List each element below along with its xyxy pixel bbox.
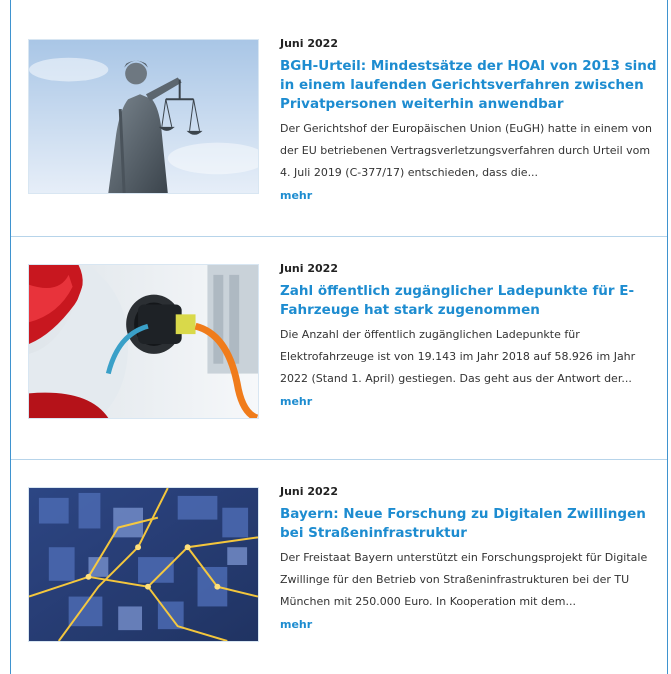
news-title-link[interactable]: Zahl öffentlich zugänglicher Ladepunkte … xyxy=(280,282,660,320)
news-date: Juni 2022 xyxy=(280,485,338,498)
news-teaser: Die Anzahl der öffentlich zugänglichen L… xyxy=(280,328,636,385)
news-item: Juni 2022 BGH-Urteil: Mindestsätze der H… xyxy=(11,0,667,236)
news-item: Juni 2022 Zahl öffentlich zugänglicher L… xyxy=(11,237,667,459)
news-date: Juni 2022 xyxy=(280,37,338,50)
news-teaser: Der Freistaat Bayern unterstützt ein For… xyxy=(280,551,648,608)
news-teaser: Der Gerichtshof der Europäischen Union (… xyxy=(280,122,652,179)
justitia-statue-image[interactable] xyxy=(28,39,259,194)
more-link[interactable]: mehr xyxy=(280,394,312,410)
news-title-link[interactable]: BGH-Urteil: Mindestsätze der HOAI von 20… xyxy=(280,57,660,114)
news-date: Juni 2022 xyxy=(280,262,338,275)
news-list: Juni 2022 BGH-Urteil: Mindestsätze der H… xyxy=(10,0,668,674)
digital-city-image[interactable] xyxy=(28,487,259,642)
news-text: Juni 2022 Zahl öffentlich zugänglicher L… xyxy=(280,262,660,410)
more-link[interactable]: mehr xyxy=(280,188,312,204)
news-title-link[interactable]: Bayern: Neue Forschung zu Digitalen Zwil… xyxy=(280,505,660,543)
news-text: Juni 2022 BGH-Urteil: Mindestsätze der H… xyxy=(280,37,660,204)
news-text: Juni 2022 Bayern: Neue Forschung zu Digi… xyxy=(280,485,660,633)
news-item: Juni 2022 Bayern: Neue Forschung zu Digi… xyxy=(11,460,667,674)
more-link[interactable]: mehr xyxy=(280,617,312,633)
ev-charging-image[interactable] xyxy=(28,264,259,419)
